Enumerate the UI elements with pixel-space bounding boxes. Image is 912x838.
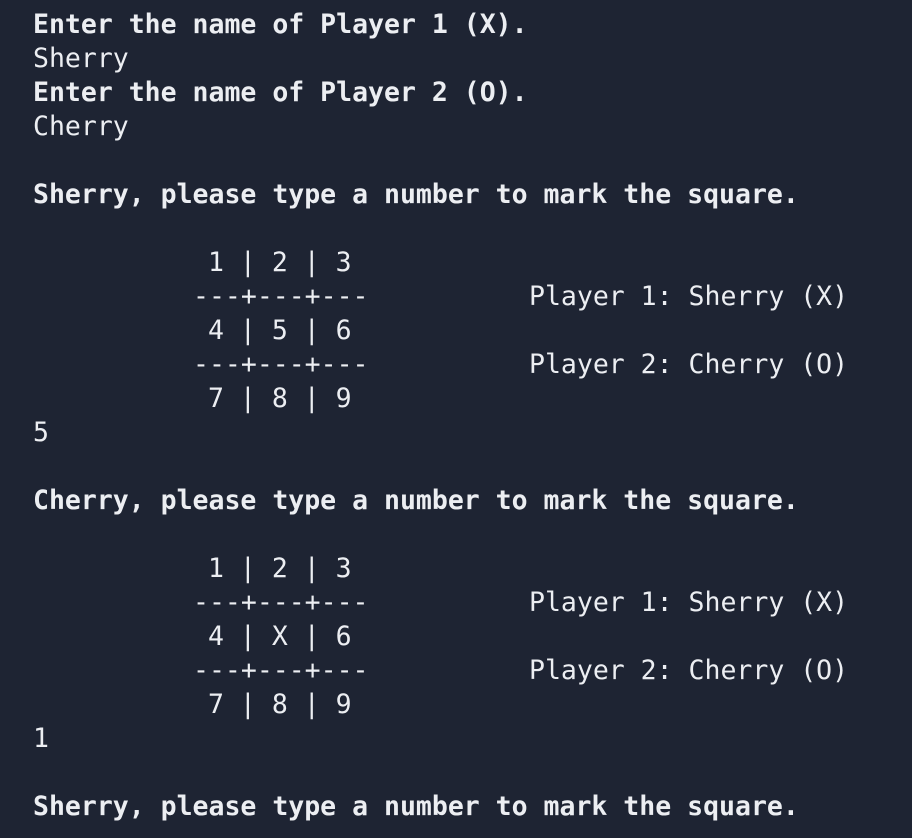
turn-prompt: Sherry, please type a number to mark the… <box>33 179 799 210</box>
player2-info: Player 2: Cherry (O) <box>529 655 849 686</box>
turn-prompt: Cherry, please type a number to mark the… <box>33 485 799 516</box>
board-separator: ---+---+--- <box>193 587 369 618</box>
player2-name-prompt: Enter the name of Player 2 (O). <box>33 77 528 108</box>
board-row: 7 | 8 | 9 <box>208 383 352 414</box>
move-input: 5 <box>33 417 49 448</box>
player1-name-prompt: Enter the name of Player 1 (X). <box>33 9 528 40</box>
board-row: 4 | X | 6 <box>208 621 352 652</box>
board-row: 1 | 2 | 3 <box>208 553 352 584</box>
player1-info: Player 1: Sherry (X) <box>529 587 849 618</box>
move-input: 1 <box>33 723 49 754</box>
turn-prompt: Sherry, please type a number to mark the… <box>33 791 799 822</box>
board-row: 1 | 2 | 3 <box>208 247 352 278</box>
board-separator: ---+---+--- <box>193 281 369 312</box>
board-separator: ---+---+--- <box>193 655 369 686</box>
player1-name-input: Sherry <box>33 43 129 74</box>
board-separator: ---+---+--- <box>193 349 369 380</box>
player1-info: Player 1: Sherry (X) <box>529 281 849 312</box>
board-row: 4 | 5 | 6 <box>208 315 352 346</box>
player2-name-input: Cherry <box>33 111 129 142</box>
board-row: 7 | 8 | 9 <box>208 689 352 720</box>
player2-info: Player 2: Cherry (O) <box>529 349 849 380</box>
